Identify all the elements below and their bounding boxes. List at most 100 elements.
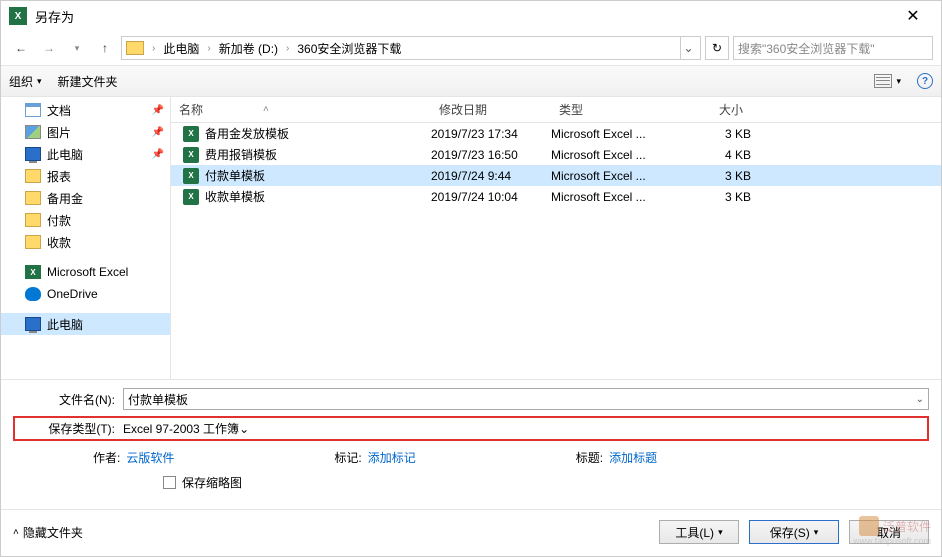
back-button[interactable]: ←	[9, 36, 33, 60]
file-type: Microsoft Excel ...	[551, 169, 671, 183]
sidebar-item-label: 此电脑	[47, 146, 83, 163]
file-size: 3 KB	[671, 127, 751, 141]
sidebar-item[interactable]: 此电脑 📌	[1, 143, 170, 165]
file-row[interactable]: X付款单模板2019/7/24 9:44Microsoft Excel ...3…	[171, 165, 941, 186]
breadcrumb-folder[interactable]: 360安全浏览器下载	[295, 40, 403, 57]
filename-input[interactable]: 付款单模板⌄	[123, 388, 929, 410]
title-label: 标题:	[576, 449, 603, 466]
close-button[interactable]: ✕	[893, 6, 933, 26]
sidebar-item[interactable]: X Microsoft Excel	[1, 261, 170, 283]
pin-icon: 📌	[152, 149, 164, 160]
address-bar: ← → ▾ ↑ › 此电脑 › 新加卷 (D:) › 360安全浏览器下载 ⌄ …	[1, 31, 941, 65]
sidebar-item[interactable]: OneDrive	[1, 283, 170, 305]
breadcrumb-dropdown[interactable]: ⌄	[680, 37, 696, 59]
toolbar: 组织▾ 新建文件夹 ▾ ?	[1, 65, 941, 97]
save-button[interactable]: 保存(S)▾	[749, 520, 839, 544]
file-row[interactable]: X备用金发放模板2019/7/23 17:34Microsoft Excel .…	[171, 123, 941, 144]
up-button[interactable]: ↑	[93, 36, 117, 60]
view-options-button[interactable]: ▾	[874, 74, 901, 88]
chevron-up-icon: ˄	[13, 527, 19, 538]
file-list-area: 名称˄ 修改日期 类型 大小 X备用金发放模板2019/7/23 17:34Mi…	[171, 97, 941, 379]
sidebar-item[interactable]: 报表	[1, 165, 170, 187]
chevron-right-icon: ›	[282, 43, 293, 54]
file-row[interactable]: X收款单模板2019/7/24 10:04Microsoft Excel ...…	[171, 186, 941, 207]
window-title: 另存为	[35, 7, 893, 26]
column-date[interactable]: 修改日期	[431, 101, 551, 118]
sidebar-item[interactable]: 图片 📌	[1, 121, 170, 143]
savetype-select[interactable]: Excel 97-2003 工作簿⌄	[123, 420, 249, 437]
file-name: 收款单模板	[205, 188, 265, 205]
cancel-button[interactable]: 取消	[849, 520, 929, 544]
new-folder-button[interactable]: 新建文件夹	[58, 73, 118, 90]
file-date: 2019/7/23 17:34	[431, 127, 551, 141]
file-name: 费用报销模板	[205, 146, 277, 163]
icon-doc	[25, 103, 41, 117]
recent-dropdown[interactable]: ▾	[65, 36, 89, 60]
hide-folders-button[interactable]: ˄隐藏文件夹	[13, 524, 83, 541]
sidebar-item-label: 备用金	[47, 190, 83, 207]
savetype-label: 保存类型(T):	[17, 420, 123, 437]
author-value[interactable]: 云版软件	[126, 449, 174, 466]
icon-folder	[25, 213, 41, 227]
tags-label: 标记:	[334, 449, 361, 466]
icon-pic	[25, 125, 41, 139]
title-value[interactable]: 添加标题	[609, 449, 657, 466]
help-button[interactable]: ?	[917, 73, 933, 89]
sidebar-item[interactable]: 文档 📌	[1, 99, 170, 121]
refresh-button[interactable]: ↻	[705, 36, 729, 60]
chevron-right-icon: ›	[148, 43, 159, 54]
sidebar-item-label: 文档	[47, 102, 71, 119]
sidebar-item[interactable]: 收款	[1, 231, 170, 253]
column-headers: 名称˄ 修改日期 类型 大小	[171, 97, 941, 123]
icon-excel: X	[25, 265, 41, 279]
file-name: 备用金发放模板	[205, 125, 289, 142]
column-type[interactable]: 类型	[551, 101, 671, 118]
forward-button[interactable]: →	[37, 36, 61, 60]
organize-button[interactable]: 组织▾	[9, 73, 42, 90]
column-size[interactable]: 大小	[671, 101, 751, 118]
sidebar-item-label: 收款	[47, 234, 71, 251]
sidebar-item-label: 图片	[47, 124, 71, 141]
file-size: 4 KB	[671, 148, 751, 162]
file-row[interactable]: X 费用报销模板 2019/7/23 16:50Microsoft Excel ..…	[171, 144, 941, 165]
sidebar-item[interactable]: 付款	[1, 209, 170, 231]
sidebar-item-label: 付款	[47, 212, 71, 229]
file-size: 3 KB	[671, 190, 751, 204]
excel-file-icon: X	[183, 189, 199, 205]
chevron-right-icon: ›	[203, 43, 214, 54]
tags-value[interactable]: 添加标记	[368, 449, 416, 466]
breadcrumb-drive[interactable]: 新加卷 (D:)	[217, 40, 280, 57]
titlebar: X 另存为 ✕	[1, 1, 941, 31]
excel-app-icon: X	[9, 7, 27, 25]
file-date: 2019/7/23 16:50	[431, 148, 551, 162]
breadcrumb[interactable]: › 此电脑 › 新加卷 (D:) › 360安全浏览器下载 ⌄	[121, 36, 701, 60]
pin-icon: 📌	[152, 105, 164, 116]
sidebar-item[interactable]: 备用金	[1, 187, 170, 209]
form-area: 文件名(N): 付款单模板⌄ 保存类型(T): Excel 97-2003 工作…	[1, 379, 941, 505]
tools-button[interactable]: 工具(L)▾	[659, 520, 739, 544]
chevron-down-icon[interactable]: ⌄	[239, 422, 249, 436]
icon-folder	[25, 169, 41, 183]
file-type: Microsoft Excel ...	[551, 127, 671, 141]
sidebar-item-label: OneDrive	[47, 287, 98, 301]
excel-file-icon: X	[183, 147, 199, 163]
file-type: Microsoft Excel ...	[551, 190, 671, 204]
thumbnail-checkbox[interactable]	[163, 476, 176, 489]
sidebar-item-label: 此电脑	[47, 316, 83, 333]
sidebar-item-label: 报表	[47, 168, 71, 185]
chevron-down-icon[interactable]: ⌄	[916, 394, 924, 405]
column-name[interactable]: 名称˄	[171, 101, 431, 118]
filename-label: 文件名(N):	[13, 391, 123, 408]
icon-folder	[25, 191, 41, 205]
breadcrumb-root[interactable]: 此电脑	[161, 40, 201, 57]
icon-pc	[25, 147, 41, 161]
sidebar-item[interactable]: 此电脑	[1, 313, 170, 335]
folder-icon	[126, 41, 144, 55]
file-name: 付款单模板	[205, 167, 265, 184]
excel-file-icon: X	[183, 168, 199, 184]
icon-pc	[25, 317, 41, 331]
pin-icon: 📌	[152, 127, 164, 138]
search-input[interactable]: 搜索"360安全浏览器下载"	[733, 36, 933, 60]
file-type: Microsoft Excel ...	[551, 148, 671, 162]
sidebar-item-label: Microsoft Excel	[47, 265, 128, 279]
